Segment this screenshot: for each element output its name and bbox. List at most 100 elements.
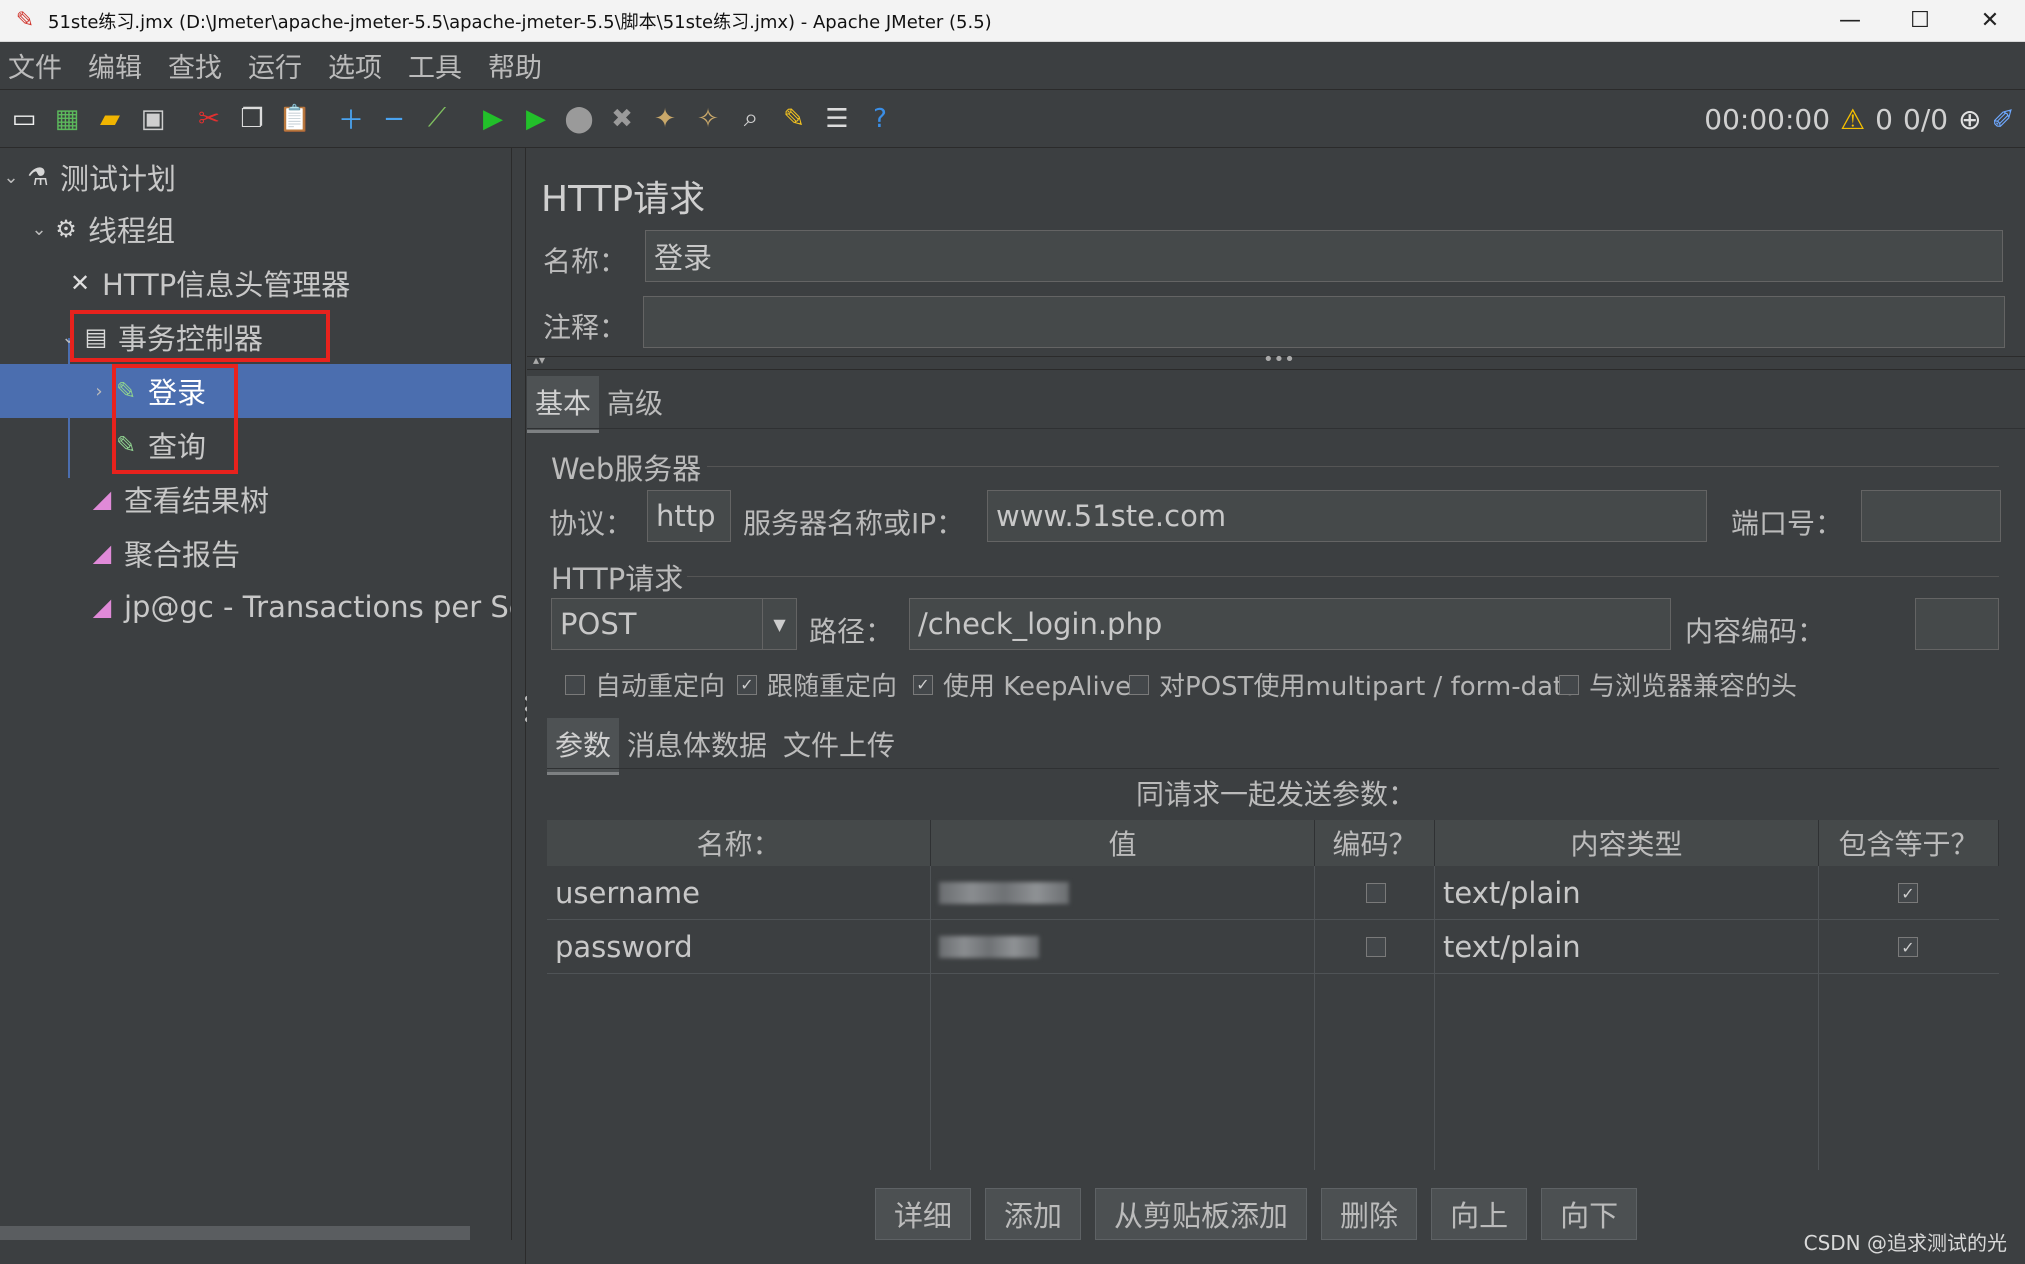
expand-icon[interactable]: ＋: [332, 100, 370, 138]
chevron-down-icon[interactable]: ⌄: [0, 167, 22, 188]
help-icon[interactable]: ?: [861, 100, 899, 138]
chevron-down-icon[interactable]: ▼: [762, 599, 796, 649]
minimize-button[interactable]: —: [1815, 0, 1885, 42]
cut-icon[interactable]: ✂: [190, 100, 228, 138]
column-header-name[interactable]: 名称：: [547, 820, 931, 866]
tree-node-test-plan[interactable]: ⌄ ⚗ 测试计划: [0, 152, 176, 202]
tree-node-tps[interactable]: ◢ jp@gc - Transactions per Second: [86, 582, 511, 632]
tab-basic[interactable]: 基本: [527, 376, 600, 433]
checkbox[interactable]: ✓: [1898, 937, 1918, 957]
horizontal-scrollbar[interactable]: [0, 1226, 470, 1240]
search-icon[interactable]: ⌕: [732, 100, 770, 138]
function-helper-icon[interactable]: ☰: [818, 100, 856, 138]
name-field[interactable]: 登录: [645, 230, 2003, 282]
menu-help[interactable]: 帮助: [480, 46, 554, 85]
encode-cell[interactable]: [1337, 920, 1417, 974]
tab-advanced[interactable]: 高级: [599, 376, 671, 433]
detail-button[interactable]: 详细: [875, 1188, 972, 1240]
save-icon[interactable]: ▣: [134, 100, 172, 138]
column-header-include-equals[interactable]: 包含等于？: [1819, 820, 1999, 866]
menu-edit[interactable]: 编辑: [80, 46, 154, 85]
new-icon[interactable]: ▭: [5, 100, 43, 138]
clear-all-icon[interactable]: ✧: [689, 100, 727, 138]
path-field[interactable]: /check_login.php: [909, 598, 1671, 650]
move-down-button[interactable]: 向下: [1541, 1188, 1638, 1240]
reset-search-icon[interactable]: ✎: [775, 100, 813, 138]
param-name-cell[interactable]: username: [547, 866, 931, 920]
column-header-content-type[interactable]: 内容类型: [1435, 820, 1819, 866]
tab-parameters[interactable]: 参数: [547, 718, 620, 775]
add-button[interactable]: 添加: [985, 1188, 1082, 1240]
method-select[interactable]: POST ▼: [551, 598, 797, 650]
option-keepalive[interactable]: ✓ 使用 KeepAlive: [913, 666, 1131, 703]
menu-search[interactable]: 查找: [160, 46, 234, 85]
menu-file[interactable]: 文件: [0, 46, 74, 85]
test-plan-tree: ⌄ ⚗ 测试计划 ⌄ ⚙ 线程组 ✕ HTTP信息头管理器 ⌄ ▤ 事务控制器 …: [0, 148, 512, 1240]
checkbox[interactable]: ✓: [737, 674, 757, 695]
param-name-cell[interactable]: password: [547, 920, 931, 974]
include-equals-cell[interactable]: ✓: [1819, 866, 1999, 920]
checkbox[interactable]: [565, 674, 585, 695]
comment-field[interactable]: [643, 296, 2005, 348]
table-row[interactable]: username text/plain ✓: [547, 866, 1999, 920]
vertical-splitter[interactable]: •••: [512, 148, 537, 1264]
menu-options[interactable]: 选项: [320, 46, 394, 85]
menu-tools[interactable]: 工具: [400, 46, 474, 85]
column-header-value[interactable]: 值: [931, 820, 1315, 866]
warning-icon[interactable]: ⚠: [1840, 103, 1865, 136]
horizontal-splitter[interactable]: ▴▾ •••: [527, 349, 2025, 370]
column-header-encode[interactable]: 编码？: [1315, 820, 1435, 866]
port-field[interactable]: [1861, 490, 2001, 542]
table-buttons: 详细 添加 从剪贴板添加 删除 向上 向下: [875, 1188, 1651, 1240]
tree-node-header-manager[interactable]: ✕ HTTP信息头管理器: [64, 258, 350, 308]
option-auto-redirect[interactable]: 自动重定向: [565, 666, 725, 703]
drag-handle-icon[interactable]: •••: [1263, 349, 1295, 370]
checkbox[interactable]: [1366, 883, 1386, 903]
menu-run[interactable]: 运行: [240, 46, 314, 85]
checkbox[interactable]: [1366, 937, 1386, 957]
clear-icon[interactable]: ✦: [646, 100, 684, 138]
option-multipart[interactable]: 对POST使用multipart / form-data: [1129, 666, 1579, 703]
chevron-down-icon[interactable]: ⌄: [28, 219, 50, 240]
encode-cell[interactable]: [1337, 866, 1417, 920]
stop-icon[interactable]: ⬤: [560, 100, 598, 138]
log-viewer-icon[interactable]: ✐: [1992, 103, 2015, 136]
encoding-field[interactable]: [1915, 598, 1999, 650]
main-tabs: 基本 高级: [527, 376, 671, 433]
checkbox[interactable]: [1559, 674, 1579, 695]
checkbox[interactable]: ✓: [913, 674, 933, 695]
tree-node-thread-group[interactable]: ⌄ ⚙ 线程组: [28, 204, 175, 254]
warning-count: 0: [1875, 102, 1893, 136]
templates-icon[interactable]: ▦: [48, 100, 86, 138]
close-button[interactable]: ✕: [1955, 0, 2025, 42]
copy-icon[interactable]: ❐: [233, 100, 271, 138]
maximize-button[interactable]: ☐: [1885, 0, 1955, 42]
content-type-cell[interactable]: text/plain: [1435, 920, 1819, 974]
toggle-icon[interactable]: ⟋: [418, 100, 456, 138]
move-up-button[interactable]: 向上: [1431, 1188, 1528, 1240]
tree-node-result-tree[interactable]: ◢ 查看结果树: [86, 474, 269, 524]
chevron-right-icon[interactable]: ›: [88, 381, 110, 402]
protocol-field[interactable]: http: [647, 490, 731, 542]
content-type-cell[interactable]: text/plain: [1435, 866, 1819, 920]
delete-button[interactable]: 删除: [1321, 1188, 1418, 1240]
start-no-pause-icon[interactable]: ▶: [517, 100, 555, 138]
tab-body-data[interactable]: 消息体数据: [619, 718, 775, 775]
open-icon[interactable]: ▰: [91, 100, 129, 138]
tree-node-aggregate-report[interactable]: ◢ 聚合报告: [86, 528, 240, 578]
add-from-clipboard-button[interactable]: 从剪贴板添加: [1095, 1188, 1308, 1240]
collapse-arrows-icon[interactable]: ▴▾: [533, 353, 545, 367]
shutdown-icon[interactable]: ✖: [603, 100, 641, 138]
server-field[interactable]: www.51ste.com: [987, 490, 1707, 542]
collapse-icon[interactable]: −: [375, 100, 413, 138]
option-browser-headers[interactable]: 与浏览器兼容的头: [1559, 666, 1797, 703]
option-follow-redirect[interactable]: ✓ 跟随重定向: [737, 666, 897, 703]
tab-file-upload[interactable]: 文件上传: [775, 718, 903, 775]
checkbox[interactable]: ✓: [1898, 883, 1918, 903]
include-equals-cell[interactable]: ✓: [1819, 920, 1999, 974]
flask-icon: ⚗: [27, 163, 49, 191]
paste-icon[interactable]: 📋: [276, 100, 314, 138]
table-row[interactable]: password text/plain ✓: [547, 920, 1999, 974]
start-icon[interactable]: ▶: [474, 100, 512, 138]
checkbox[interactable]: [1129, 674, 1149, 695]
